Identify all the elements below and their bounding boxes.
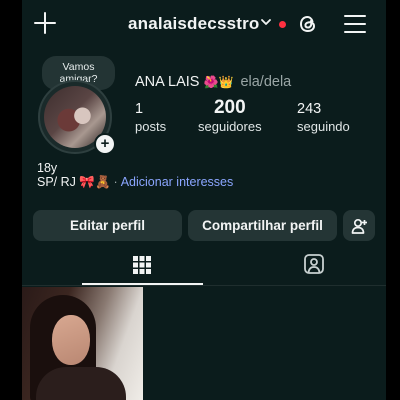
- stat-value: 243: [297, 101, 322, 117]
- stat-label: posts: [135, 119, 167, 134]
- stat-following[interactable]: 243 seguindo: [297, 100, 350, 136]
- threads-icon[interactable]: [297, 13, 319, 35]
- tab-tagged[interactable]: [203, 250, 386, 284]
- profile-screen: analaisdecsstro Vamos amigar? + ANA LAIS…: [22, 0, 386, 400]
- display-name: ANA LAIS 🌺👑 ela/dela: [135, 74, 291, 90]
- share-profile-button[interactable]: Compartilhar perfil: [188, 210, 337, 241]
- display-name-emoji: 🌺👑: [203, 75, 234, 89]
- stat-value: 1: [135, 101, 144, 117]
- stat-label: seguindo: [297, 119, 350, 134]
- stat-followers[interactable]: 200 seguidores: [198, 98, 262, 136]
- add-story-icon[interactable]: +: [94, 133, 116, 155]
- bio-line: SP/ RJ 🎀🧸 · Adicionar interesses: [37, 175, 233, 190]
- notification-dot: [279, 21, 286, 28]
- separator-dot: ·: [113, 175, 118, 189]
- chevron-down-icon[interactable]: [260, 16, 272, 28]
- stat-label: seguidores: [198, 119, 262, 134]
- stat-posts[interactable]: 1 posts: [135, 100, 166, 136]
- edit-profile-button[interactable]: Editar perfil: [33, 210, 182, 241]
- stat-value: 200: [213, 97, 246, 118]
- post-photo-body: [36, 367, 126, 400]
- post-photo-face: [52, 315, 90, 365]
- username[interactable]: analaisdecsstro: [128, 14, 260, 34]
- tab-posts-grid[interactable]: [82, 250, 203, 284]
- plus-icon[interactable]: [34, 12, 56, 34]
- menu-icon[interactable]: [344, 14, 366, 34]
- display-name-text: ANA LAIS: [135, 74, 200, 90]
- top-bar: analaisdecsstro: [22, 0, 386, 50]
- bio-emoji: 🎀🧸: [79, 175, 111, 189]
- tagged-person-icon: [304, 254, 324, 274]
- note-line: Vamos: [62, 61, 95, 73]
- post-thumbnail[interactable]: [22, 287, 143, 400]
- add-interests-link[interactable]: Adicionar interesses: [121, 175, 234, 189]
- discover-people-button[interactable]: [343, 210, 375, 241]
- tab-divider: [22, 285, 386, 286]
- pronouns: ela/dela: [240, 74, 292, 90]
- add-person-icon: [351, 218, 367, 234]
- bio-line: 18y: [37, 161, 58, 175]
- grid-icon: [133, 256, 151, 274]
- bio-location: SP/ RJ: [37, 175, 76, 189]
